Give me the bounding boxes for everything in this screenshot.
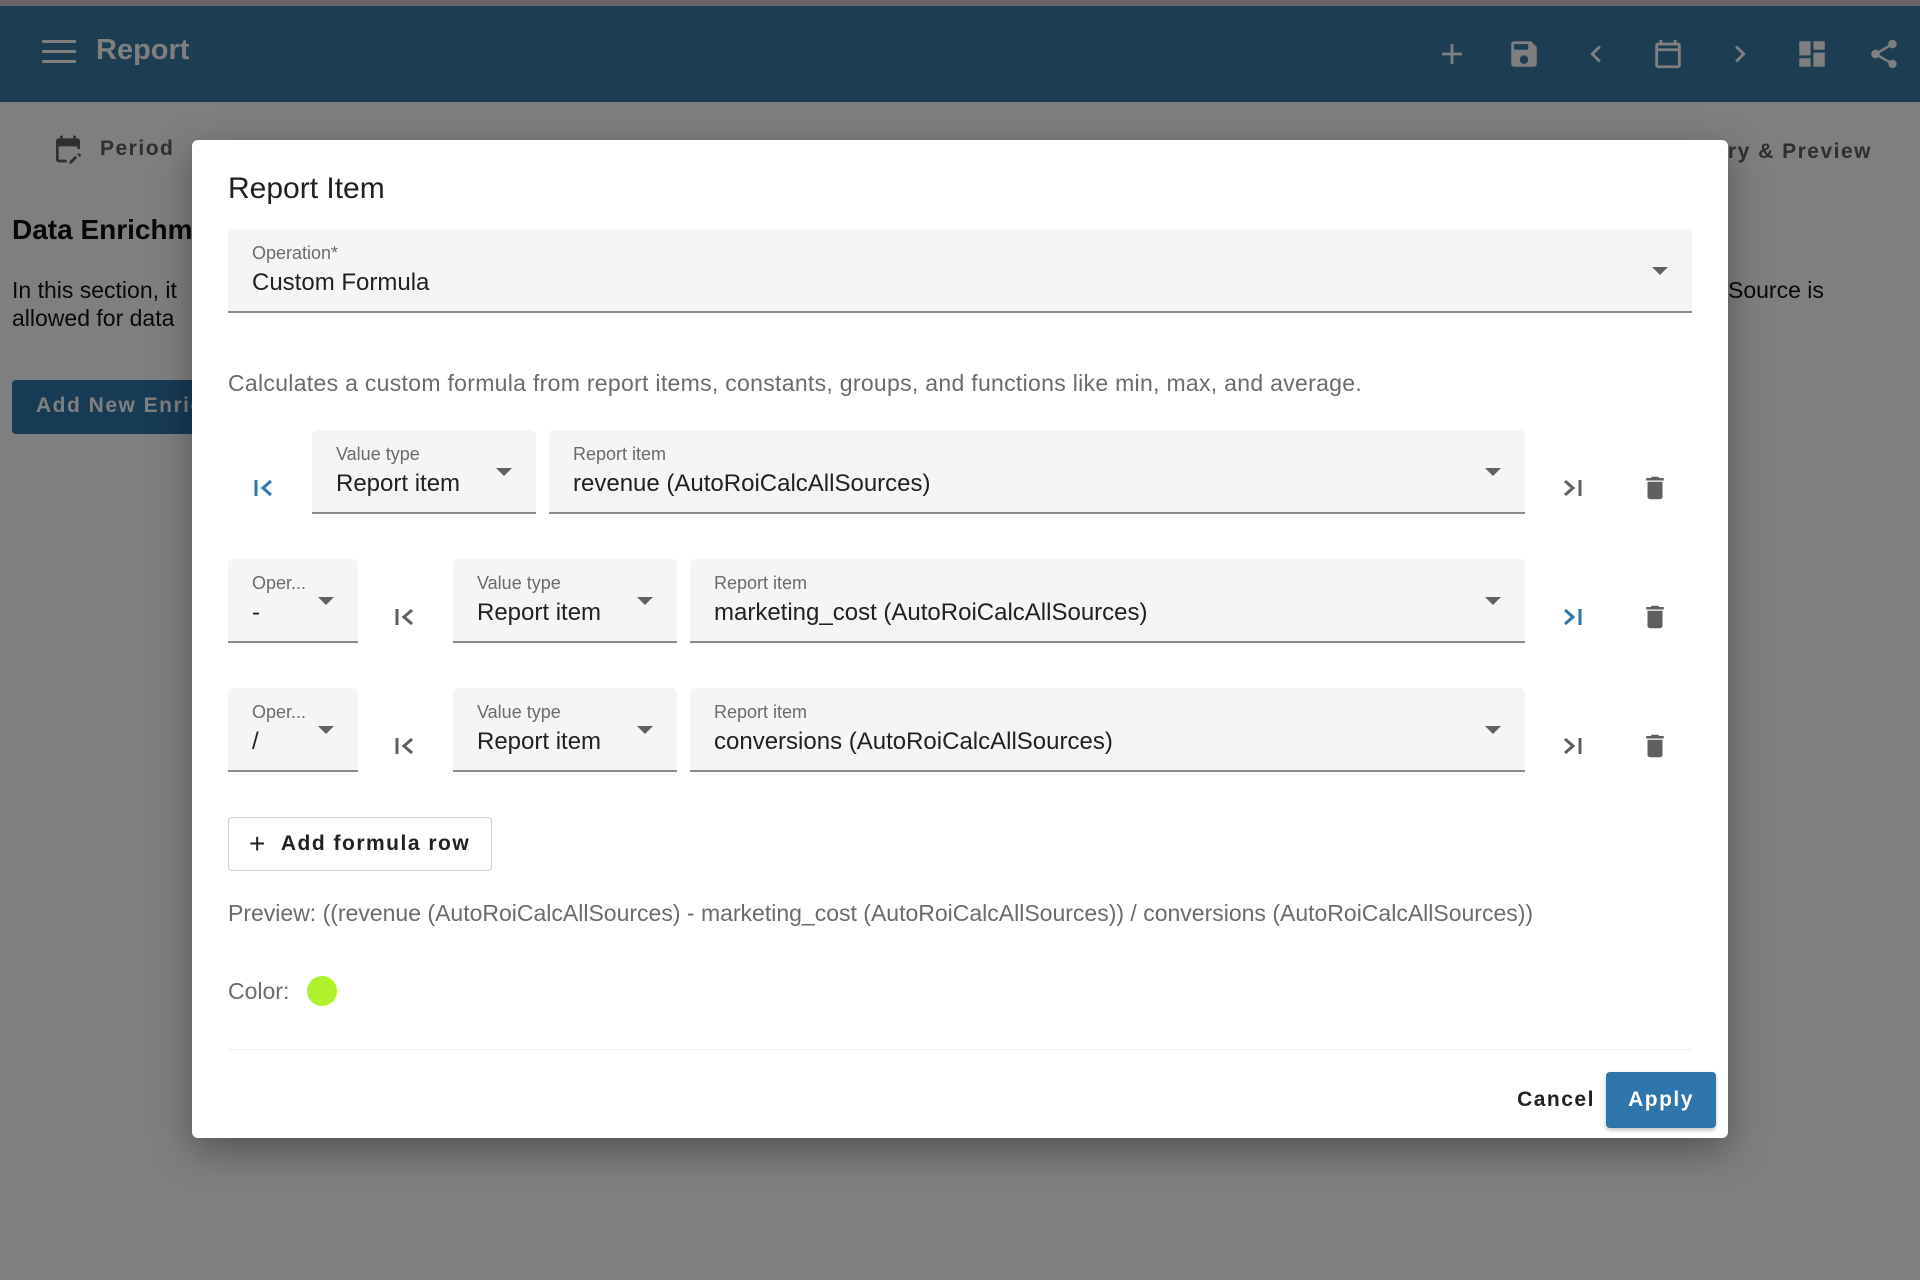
operation-description: Calculates a custom formula from report … xyxy=(228,370,1363,396)
report-item-select[interactable]: Report item conversions (AutoRoiCalcAllS… xyxy=(690,688,1525,772)
plus-icon: + xyxy=(249,828,267,859)
report-item-label: Report item xyxy=(714,702,808,722)
color-row: Color: xyxy=(228,976,338,1006)
value-type-value: Report item xyxy=(336,470,461,497)
value-type-label: Value type xyxy=(336,444,420,464)
report-item-select[interactable]: Report item marketing_cost (AutoRoiCalcA… xyxy=(690,559,1525,643)
value-type-select[interactable]: Value type Report item xyxy=(453,688,677,772)
color-label: Color: xyxy=(228,977,290,1004)
close-paren-button[interactable] xyxy=(1552,468,1592,508)
dropdown-arrow-icon xyxy=(637,726,653,734)
operator-value: - xyxy=(252,599,260,626)
open-paren-icon xyxy=(254,479,272,497)
close-paren-icon xyxy=(1564,737,1582,755)
dialog-title: Report Item xyxy=(228,172,385,205)
trash-icon xyxy=(1646,476,1664,500)
report-item-label: Report item xyxy=(573,444,667,464)
operation-label: Operation* xyxy=(252,243,339,263)
delete-row-button[interactable] xyxy=(1635,468,1675,508)
color-swatch[interactable] xyxy=(307,976,338,1006)
close-paren-icon xyxy=(1564,479,1582,497)
dropdown-arrow-icon xyxy=(1485,597,1501,605)
report-item-dialog: Report Item Operation* Custom Formula Ca… xyxy=(192,140,1728,1138)
delete-row-button[interactable] xyxy=(1635,726,1675,766)
value-type-select[interactable]: Value type Report item xyxy=(453,559,677,643)
close-paren-button[interactable] xyxy=(1552,726,1592,766)
close-paren-button[interactable] xyxy=(1552,597,1592,637)
dropdown-arrow-icon xyxy=(1485,468,1501,476)
open-paren-icon xyxy=(395,737,413,755)
divider xyxy=(228,1049,1692,1053)
trash-icon xyxy=(1646,734,1664,758)
report-item-value: conversions (AutoRoiCalcAllSources) xyxy=(714,728,1113,755)
operator-label: Oper... xyxy=(252,702,307,722)
cancel-button[interactable]: Cancel xyxy=(1496,1072,1616,1128)
open-paren-icon xyxy=(395,608,413,626)
operation-value: Custom Formula xyxy=(252,269,430,296)
report-item-label: Report item xyxy=(714,573,808,593)
open-paren-button[interactable] xyxy=(385,597,425,637)
close-paren-icon xyxy=(1564,608,1582,626)
value-type-label: Value type xyxy=(477,702,561,722)
report-item-value: marketing_cost (AutoRoiCalcAllSources) xyxy=(714,599,1148,626)
dropdown-arrow-icon xyxy=(318,726,334,734)
add-formula-row-label: Add formula row xyxy=(280,832,471,855)
value-type-value: Report item xyxy=(477,728,602,755)
delete-row-button[interactable] xyxy=(1635,597,1675,637)
formula-preview: Preview: ((revenue (AutoRoiCalcAllSource… xyxy=(228,900,1534,926)
operation-select[interactable]: Operation* Custom Formula xyxy=(228,229,1692,313)
dropdown-arrow-icon xyxy=(1485,726,1501,734)
open-paren-button[interactable] xyxy=(244,468,284,508)
value-type-select[interactable]: Value type Report item xyxy=(312,430,536,514)
open-paren-button[interactable] xyxy=(385,726,425,766)
report-item-value: revenue (AutoRoiCalcAllSources) xyxy=(573,470,931,497)
operator-label: Oper... xyxy=(252,573,307,593)
dropdown-arrow-icon xyxy=(496,468,512,476)
dropdown-arrow-icon xyxy=(318,597,334,605)
apply-button[interactable]: Apply xyxy=(1606,1072,1716,1128)
value-type-label: Value type xyxy=(477,573,561,593)
value-type-value: Report item xyxy=(477,599,602,626)
operator-select[interactable]: Oper... - xyxy=(228,559,358,643)
dropdown-arrow-icon xyxy=(1652,267,1668,275)
trash-icon xyxy=(1646,605,1664,629)
dropdown-arrow-icon xyxy=(637,597,653,605)
operator-select[interactable]: Oper... / xyxy=(228,688,358,772)
operator-value: / xyxy=(252,728,259,755)
add-formula-row-button[interactable]: + Add formula row xyxy=(228,817,492,871)
report-item-select[interactable]: Report item revenue (AutoRoiCalcAllSourc… xyxy=(549,430,1525,514)
